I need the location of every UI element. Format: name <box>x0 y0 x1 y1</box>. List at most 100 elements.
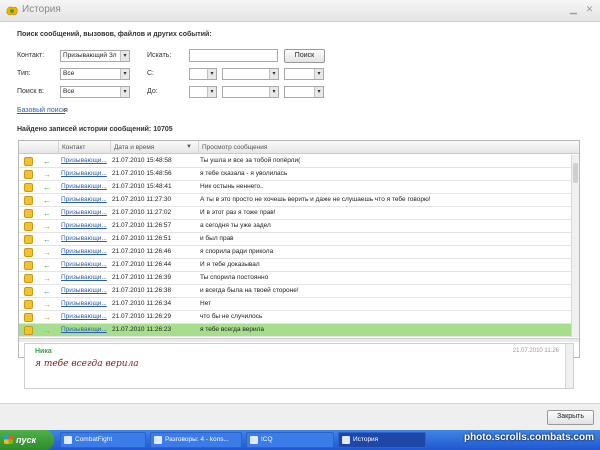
type-select[interactable]: Все ▾ <box>60 68 130 80</box>
incoming-arrow-icon: ← <box>43 157 51 166</box>
row-message: А ты в это просто не хочешь верить и даж… <box>200 196 431 203</box>
header-icons <box>19 141 59 154</box>
user-icon <box>24 326 33 335</box>
icq-icon <box>250 436 258 444</box>
row-contact-link[interactable]: Призывающи... <box>61 285 111 297</box>
minimize-icon[interactable]: ▁ <box>568 4 579 15</box>
message-preview: Ника 21.07.2010 11:26 я тебе всегда вери… <box>24 343 574 389</box>
to-month-select[interactable]: ▾ <box>222 86 279 98</box>
table-scrollbar[interactable] <box>571 155 579 337</box>
preview-time: 21.07.2010 11:26 <box>512 348 559 354</box>
results-count: Найдено записей истории сообщений: 10705 <box>17 126 173 133</box>
row-contact-link[interactable]: Призывающи... <box>61 168 111 180</box>
to-year-select[interactable]: ▾ <box>284 86 324 98</box>
row-contact-link[interactable]: Призывающи... <box>61 272 111 284</box>
row-contact-link[interactable]: Призывающи... <box>61 298 111 310</box>
user-icon <box>24 183 33 192</box>
row-contact-link[interactable]: Призывающи... <box>61 207 111 219</box>
to-label: До: <box>147 88 158 95</box>
row-contact-link[interactable]: Призывающи... <box>61 220 111 232</box>
folder-icon <box>154 436 162 444</box>
preview-sender: Ника <box>35 348 52 355</box>
header-datetime[interactable]: Дата и время ▼ <box>111 141 199 154</box>
from-year-select[interactable]: ▾ <box>284 68 324 80</box>
to-day-select[interactable]: ▾ <box>189 86 217 98</box>
basic-search-suffix: я <box>64 107 68 114</box>
table-row[interactable]: → Призывающи... 21.07.2010 11:26:46 я спори… <box>19 246 571 259</box>
from-month-select[interactable]: ▾ <box>222 68 279 80</box>
table-row[interactable]: ← Призывающи... 21.07.2010 11:26:44 И я теб… <box>19 259 571 272</box>
window-titlebar: История ▁ ✕ <box>0 0 600 22</box>
user-icon <box>24 274 33 283</box>
task-history[interactable]: История <box>338 432 426 448</box>
row-datetime: 21.07.2010 11:26:23 <box>112 326 172 333</box>
bottom-bar: Закрыть <box>0 403 600 430</box>
table-row[interactable]: → Призывающи... 21.07.2010 11:26:23 я тебе … <box>19 324 571 337</box>
row-message: Ник остынь неннего.. <box>200 183 264 190</box>
task-conversations[interactable]: Разговоры: 4 - kons... <box>150 432 242 448</box>
row-message: я спорила ради прикола <box>200 248 274 255</box>
row-contact-link[interactable]: Призывающи... <box>61 259 111 271</box>
user-icon <box>24 287 33 296</box>
user-icon <box>24 313 33 322</box>
outgoing-arrow-icon: → <box>43 313 51 322</box>
table-row[interactable]: → Призывающи... 21.07.2010 11:26:34 Нет <box>19 298 571 311</box>
search-in-select[interactable]: Все ▾ <box>60 86 130 98</box>
scrollbar-thumb[interactable] <box>573 163 578 183</box>
table-row[interactable]: → Призывающи... 21.07.2010 11:26:29 что бы … <box>19 311 571 324</box>
task-icq[interactable]: ICQ <box>246 432 334 448</box>
table-row[interactable]: ← Призывающи... 21.07.2010 11:26:38 и всегд… <box>19 285 571 298</box>
row-contact-link[interactable]: Призывающи... <box>61 311 111 323</box>
table-row[interactable]: ← Призывающи... 21.07.2010 15:48:41 Ник ост… <box>19 181 571 194</box>
incoming-arrow-icon: ← <box>43 261 51 270</box>
user-icon <box>24 235 33 244</box>
row-datetime: 21.07.2010 11:26:34 <box>112 300 172 307</box>
task-combatfight[interactable]: CombatFight <box>60 432 146 448</box>
table-header: Контакт Дата и время ▼ Просмотр сообщения <box>19 141 579 154</box>
close-icon[interactable]: ✕ <box>584 4 595 15</box>
chevron-down-icon: ▾ <box>269 87 278 97</box>
preview-scrollbar[interactable] <box>565 344 573 388</box>
chevron-down-icon: ▾ <box>269 69 278 79</box>
basic-search-link[interactable]: Базовый поиск <box>17 107 65 114</box>
incoming-arrow-icon: ← <box>43 209 51 218</box>
type-label: Тип: <box>17 70 31 77</box>
table-row[interactable]: ← Призывающи... 21.07.2010 15:48:58 Ты ушла… <box>19 155 571 168</box>
header-message[interactable]: Просмотр сообщения <box>199 141 579 154</box>
table-row[interactable]: → Призывающи... 21.07.2010 11:26:57 а сегод… <box>19 220 571 233</box>
row-datetime: 21.07.2010 11:26:29 <box>112 313 172 320</box>
row-message: Ты спорила постоянно <box>200 274 269 281</box>
search-button[interactable]: Поиск <box>284 49 325 63</box>
splitter-handle[interactable] <box>19 338 579 342</box>
contact-select[interactable]: Призывающий Зл ▾ <box>60 50 130 62</box>
table-row[interactable]: ← Призывающи... 21.07.2010 11:27:02 И в это… <box>19 207 571 220</box>
row-contact-link[interactable]: Призывающи... <box>61 194 111 206</box>
user-icon <box>24 261 33 270</box>
row-contact-link[interactable]: Призывающи... <box>61 324 111 336</box>
chevron-down-icon: ▾ <box>314 69 323 79</box>
close-button[interactable]: Закрыть <box>547 410 594 425</box>
from-day-select[interactable]: ▾ <box>189 68 217 80</box>
from-label: С: <box>147 70 154 77</box>
outgoing-arrow-icon: → <box>43 300 51 309</box>
table-row[interactable]: ← Призывающи... 21.07.2010 11:27:30 А ты в … <box>19 194 571 207</box>
row-contact-link[interactable]: Призывающи... <box>61 181 111 193</box>
start-button[interactable]: пуск <box>0 430 54 450</box>
table-row[interactable]: ← Призывающи... 21.07.2010 11:26:51 и был п… <box>19 233 571 246</box>
outgoing-arrow-icon: → <box>43 326 51 335</box>
row-contact-link[interactable]: Призывающи... <box>61 233 111 245</box>
row-contact-link[interactable]: Призывающи... <box>61 155 111 167</box>
incoming-arrow-icon: ← <box>43 235 51 244</box>
window-icon <box>64 436 72 444</box>
user-icon <box>24 157 33 166</box>
row-contact-link[interactable]: Призывающи... <box>61 246 111 258</box>
row-datetime: 21.07.2010 11:26:39 <box>112 274 172 281</box>
search-input[interactable] <box>189 49 278 62</box>
table-row[interactable]: → Призывающи... 21.07.2010 11:26:39 Ты спор… <box>19 272 571 285</box>
row-datetime: 21.07.2010 11:26:38 <box>112 287 172 294</box>
table-row[interactable]: → Призывающи... 21.07.2010 15:48:56 я тебе … <box>19 168 571 181</box>
header-contact[interactable]: Контакт <box>59 141 111 154</box>
row-datetime: 21.07.2010 11:27:02 <box>112 209 172 216</box>
incoming-arrow-icon: ← <box>43 287 51 296</box>
chevron-down-icon: ▾ <box>120 51 129 61</box>
